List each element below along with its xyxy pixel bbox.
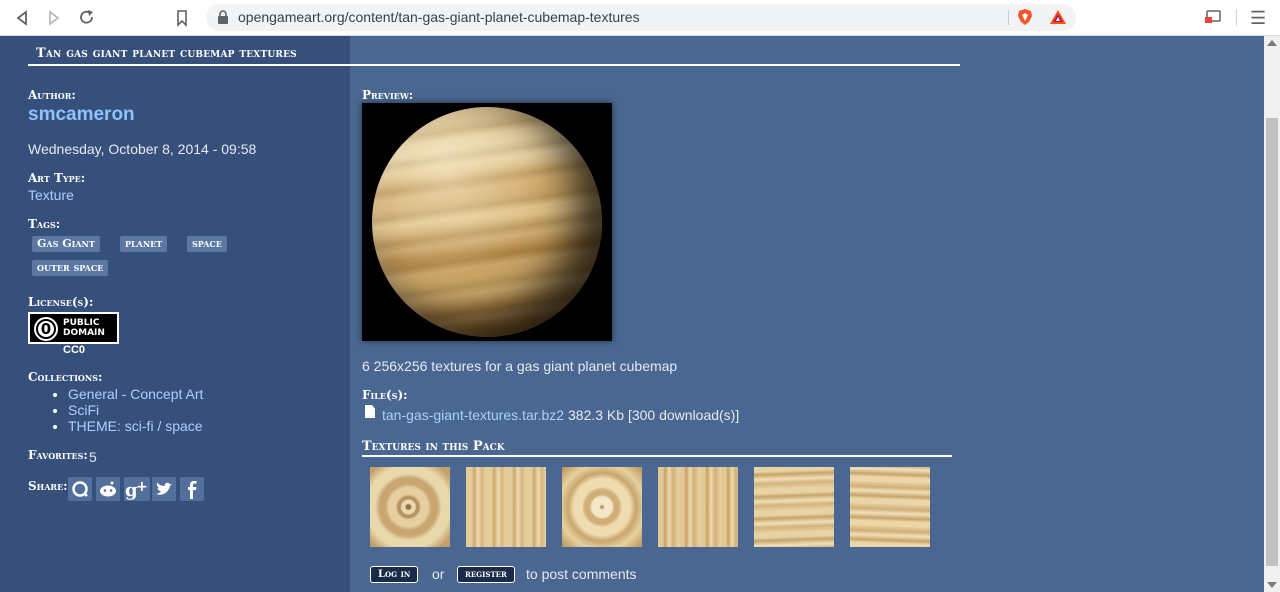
preview-label: Preview: [362,88,414,102]
forward-icon[interactable] [44,8,64,28]
description: 6 256x256 textures for a gas giant plane… [362,358,678,374]
license-badge-line-1: PUBLIC [63,318,100,328]
login-button[interactable]: Log in [370,566,419,583]
google-plus-icon[interactable]: g + [124,477,150,501]
collection-item: THEME: sci-fi / space [68,418,203,434]
share-label: Share: [28,479,68,493]
collections-label: Collections: [28,370,103,384]
license-name: CC0 [63,344,86,356]
texture-thumbnail[interactable] [370,467,450,547]
cc0-license-badge[interactable]: 0 PUBLIC DOMAIN [28,312,119,344]
collection-link[interactable]: SciFi [68,402,99,418]
share-icon[interactable] [68,477,92,501]
page-content: Tan gas giant planet cubemap textures Au… [0,36,1264,592]
tag-space[interactable]: space [187,236,227,252]
bookmark-icon[interactable] [172,8,192,28]
tags-label: Tags: [28,217,61,231]
brave-shields-icon[interactable] [1016,8,1034,26]
file-icon [365,405,375,418]
license-badge-text: PUBLIC DOMAIN [63,318,105,338]
cc0-zero-icon: 0 [34,317,58,341]
art-type-link[interactable]: Texture [28,187,74,203]
facebook-icon[interactable] [180,477,204,501]
divider [1236,9,1237,26]
tag-outer-space[interactable]: outer space [32,260,109,276]
collection-link[interactable]: General - Concept Art [68,386,203,402]
lock-icon [216,9,232,25]
address-bar[interactable]: opengameart.org/content/tan-gas-giant-pl… [206,4,1076,31]
file-download-link[interactable]: tan-gas-giant-textures.tar.bz2 [382,407,564,423]
page-title: Tan gas giant planet cubemap textures [36,46,297,61]
textures-label: Textures in this Pack [362,439,505,454]
scroll-down-arrow-icon[interactable] [1267,582,1277,588]
gas-giant-planet-render [372,107,602,337]
browser-toolbar: opengameart.org/content/tan-gas-giant-pl… [0,0,1280,36]
register-button[interactable]: register [457,566,515,583]
preview-image[interactable] [362,103,612,341]
texture-thumbnail[interactable] [466,467,546,547]
textures-section-header: Textures in this Pack [362,437,952,457]
license-label: License(s): [28,295,94,309]
title-bar: Tan gas giant planet cubemap textures [28,44,960,66]
svg-text:+: + [136,479,148,495]
cast-icon[interactable] [1204,9,1222,25]
post-comments-text: to post comments [526,566,637,582]
reddit-icon[interactable] [96,477,120,501]
post-date: Wednesday, October 8, 2014 - 09:58 [28,141,257,157]
brave-rewards-icon[interactable] [1049,8,1067,26]
license-badge-line-2: DOMAIN [63,328,105,338]
back-icon[interactable] [12,8,32,28]
tag-gas-giant[interactable]: Gas Giant [32,236,100,252]
divider [1008,10,1009,25]
author-label: Author: [28,88,76,102]
collection-link[interactable]: THEME: sci-fi / space [68,418,203,434]
tag-planet[interactable]: planet [120,236,168,252]
texture-thumbnail[interactable] [562,467,642,547]
scrollbar[interactable] [1264,36,1280,592]
or-text: or [432,566,445,582]
collection-item: General - Concept Art [68,386,203,402]
file-info: 382.3 Kb [300 download(s)] [568,407,740,423]
art-type-label: Art Type: [28,171,86,185]
texture-thumbnail[interactable] [658,467,738,547]
reload-icon[interactable] [77,8,97,28]
collection-item: SciFi [68,402,203,418]
menu-icon[interactable]: ☰ [1250,8,1266,28]
twitter-icon[interactable] [152,477,176,501]
texture-thumbnail[interactable] [754,467,834,547]
texture-thumbnail[interactable] [850,467,930,547]
author-link[interactable]: smcameron [28,104,135,126]
url-text[interactable]: opengameart.org/content/tan-gas-giant-pl… [238,9,640,25]
files-label: File(s): [362,388,408,402]
scroll-up-arrow-icon[interactable] [1267,40,1277,46]
favorites-label: Favorites: [28,448,88,462]
collections-list: General - Concept Art SciFi THEME: sci-f… [52,386,203,434]
scrollbar-thumb[interactable] [1266,118,1278,566]
favorites-count: 5 [89,449,97,465]
